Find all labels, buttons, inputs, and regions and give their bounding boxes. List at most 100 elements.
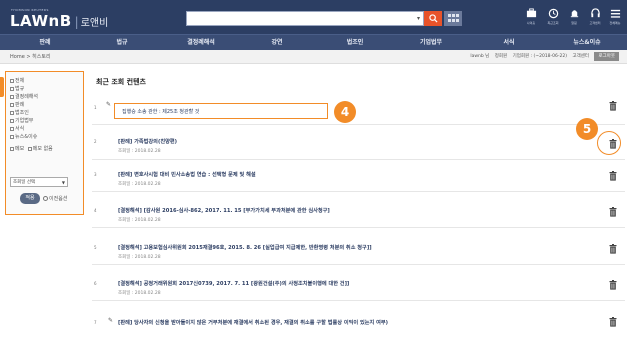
filter-sidebar: 전체 법규 결정례해석 판례 법조인 기업법무 서식 뉴스&이슈 메모 메모 없… <box>5 71 84 215</box>
checkbox[interactable] <box>10 134 14 139</box>
row-title[interactable]: [결정해석] [감사원 2016-심사-862, 2017. 11. 15 [부… <box>118 207 330 214</box>
list-item[interactable]: 3 [판례] 변호사시험 대비 민사소송법 연습 : 선택형 문제 및 해설 조… <box>92 162 625 192</box>
trash-icon[interactable] <box>609 280 617 290</box>
nav-item-forms[interactable]: 서식 <box>503 35 514 51</box>
nav-item-lawyers[interactable]: 법조인 <box>347 35 364 51</box>
row-number: 4 <box>94 208 97 213</box>
row-date: 조회일 : 2018.02.28 <box>118 149 161 154</box>
trash-icon[interactable] <box>609 207 617 217</box>
user-link-corporate[interactable]: 기업회원 : (~2018-06-22) <box>513 54 567 59</box>
top-header: THOMSON REUTERS LAWnB | 로앤비 ▾ 나의홈 최근조회 알림 <box>0 0 627 34</box>
row-title[interactable]: [판례] 당사자의 신청을 받아들이지 않은 거부처분에 재결에서 취소된 경우… <box>118 319 388 326</box>
checkbox[interactable] <box>10 126 14 131</box>
sidebar-item-label: 전체 <box>15 78 25 84</box>
grid-view-button[interactable] <box>444 11 462 26</box>
search-button[interactable] <box>424 11 442 26</box>
row-number: 6 <box>94 281 97 286</box>
user-link-support[interactable]: 고객센터 <box>572 54 589 59</box>
user-link-member[interactable]: 정회원 <box>495 54 507 59</box>
trash-icon[interactable] <box>609 101 617 111</box>
brand-separator: | <box>74 15 79 29</box>
breadcrumb-bar: Home > 히스토리 lawnb 님 정회원 기업회원 : (~2018-06… <box>0 50 627 64</box>
callout-badge-5: 5 <box>576 118 598 140</box>
checkbox[interactable] <box>10 110 14 115</box>
row-date: 조회일 : 2018.02.28 <box>118 255 161 260</box>
row-date: 조회일 : 2018.02.28 <box>118 182 161 187</box>
row-title[interactable]: [결정해석] 공정거래위원회 2017신0739, 2017. 7. 11 [광… <box>118 280 349 287</box>
trash-icon[interactable] <box>609 244 617 254</box>
nav-item-laws[interactable]: 법규 <box>116 35 127 51</box>
checkbox[interactable] <box>10 86 14 91</box>
row-number: 3 <box>94 172 97 177</box>
sidebar-item-label: 기업법무 <box>15 118 34 124</box>
row-title[interactable]: [판례] 변호사시험 대비 민사소송법 연습 : 선택형 문제 및 해설 <box>118 171 256 178</box>
chevron-down-icon: ▼ <box>61 180 65 185</box>
checkbox[interactable] <box>10 94 14 99</box>
row-number: 2 <box>94 139 97 144</box>
nav-item-cases[interactable]: 판례 <box>39 35 50 51</box>
nav-item-lectures[interactable]: 강연 <box>271 35 282 51</box>
list-item[interactable]: 4 [결정해석] [감사원 2016-심사-862, 2017. 11. 15 … <box>92 198 625 228</box>
checkbox[interactable] <box>10 102 14 107</box>
tool-label: 고객센터 <box>589 21 601 25</box>
tool-label: 전체메뉴 <box>609 21 621 25</box>
sidebar-item-cases[interactable]: 판례 <box>10 101 24 108</box>
sidebar-item-news[interactable]: 뉴스&이슈 <box>10 133 37 140</box>
checkbox[interactable] <box>27 146 32 151</box>
checkbox[interactable] <box>10 146 14 151</box>
row-date: 조회일 : 2018.02.28 <box>118 291 161 296</box>
brand-name: LAWnB <box>10 12 72 30</box>
list-item[interactable]: 5 [결정해석] 고용보험심사위원회 2015재결96호, 2015. 8. 2… <box>92 235 625 265</box>
nav-item-decisions[interactable]: 결정례해석 <box>187 35 215 51</box>
brand-logo[interactable]: THOMSON REUTERS LAWnB | 로앤비 <box>10 8 108 30</box>
nav-item-corporate[interactable]: 기업법무 <box>420 35 442 51</box>
reset-icon <box>43 196 48 201</box>
callout-ring <box>597 131 621 155</box>
clip-icon: ✎ <box>108 317 114 324</box>
tool-history[interactable]: 최근조회 <box>542 8 564 25</box>
bell-icon <box>570 10 578 18</box>
row-title[interactable]: [판례] 가족법강의(친양편) <box>118 138 177 145</box>
sidebar-item-label: 판례 <box>15 102 25 108</box>
search-input[interactable]: ▾ <box>186 11 424 26</box>
logout-button[interactable]: 로그아웃 <box>594 52 619 61</box>
sidebar-item-lawyers[interactable]: 법조인 <box>10 109 29 116</box>
date-select-value: 조회일 선택 <box>13 180 36 185</box>
tool-allmenu[interactable]: 전체메뉴 <box>604 8 626 25</box>
tool-myhome[interactable]: 나의홈 <box>520 8 542 25</box>
sidebar-item-corporate[interactable]: 기업법무 <box>10 117 33 124</box>
date-select[interactable]: 조회일 선택 ▼ <box>10 177 68 187</box>
nav-item-news[interactable]: 뉴스&이슈 <box>573 35 600 51</box>
sidebar-item-all[interactable]: 전체 <box>10 77 24 84</box>
checkbox[interactable] <box>10 118 14 123</box>
list-item[interactable]: 7 ✎ [판례] 당사자의 신청을 받아들이지 않은 거부처분에 재결에서 취소… <box>92 310 625 340</box>
chevron-down-icon[interactable]: ▾ <box>417 15 420 22</box>
list-item[interactable]: 6 [결정해석] 공정거래위원회 2017신0739, 2017. 7. 11 … <box>92 271 625 301</box>
sidebar-item-forms[interactable]: 서식 <box>10 125 24 132</box>
tool-label: 알림 <box>571 21 577 25</box>
callout-badge-4: 4 <box>334 101 356 123</box>
sidebar-item-decisions[interactable]: 결정례해석 <box>10 93 38 100</box>
breadcrumb: Home > 히스토리 <box>10 54 51 60</box>
trash-icon[interactable] <box>609 317 617 327</box>
tool-alert[interactable]: 알림 <box>563 8 585 25</box>
main-nav: 판례 법규 결정례해석 강연 법조인 기업법무 서식 뉴스&이슈 <box>0 34 627 50</box>
search-icon <box>428 14 438 23</box>
checkbox[interactable] <box>10 78 14 83</box>
reset-option[interactable]: 이전옵션 <box>43 195 67 202</box>
row-title[interactable]: [결정해석] 고용보험심사위원회 2015재결96호, 2015. 8. 26 … <box>118 244 372 251</box>
tool-support[interactable]: 고객센터 <box>584 8 606 25</box>
sidebar-item-label: 법조인 <box>15 110 29 116</box>
highlighted-row-title: 집행승 소송 관한 : 제25조 청관할 것 <box>122 109 200 115</box>
menu-icon <box>610 9 620 18</box>
trash-icon[interactable] <box>609 171 617 181</box>
sidebar-item-laws[interactable]: 법규 <box>10 85 24 92</box>
sidebar-item-label: 결정례해석 <box>15 94 39 100</box>
row-number: 5 <box>94 245 97 250</box>
reset-label: 이전옵션 <box>49 196 68 202</box>
sidebar-indicator <box>0 77 4 97</box>
apply-button[interactable]: 적용 <box>20 193 40 204</box>
list-item[interactable]: 2 [판례] 가족법강의(친양편) 조회일 : 2018.02.28 <box>92 130 625 160</box>
highlighted-row[interactable]: 집행승 소송 관한 : 제25조 청관할 것 <box>114 103 328 119</box>
sidebar-item-memo[interactable]: 메모 메모 없음 <box>10 145 53 152</box>
